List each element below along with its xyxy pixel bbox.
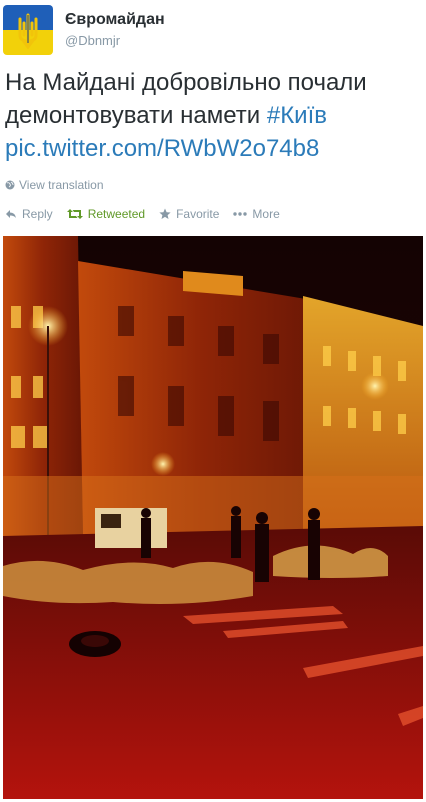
retweet-label: Retweeted xyxy=(87,207,146,221)
more-button[interactable]: More xyxy=(233,207,280,221)
tweet-photo[interactable] xyxy=(3,236,423,799)
reply-icon xyxy=(6,210,16,218)
reply-label: Reply xyxy=(22,207,53,221)
favorite-label: Favorite xyxy=(176,207,220,221)
night-street-photo xyxy=(3,236,423,799)
view-translation-label: View translation xyxy=(19,178,104,192)
globe-icon xyxy=(5,180,15,190)
more-dots-icon xyxy=(233,212,248,216)
tweet-text: На Майдані добровільно почали демонтовув… xyxy=(5,66,421,165)
retweet-icon xyxy=(66,209,83,219)
more-label: More xyxy=(252,207,280,221)
view-translation[interactable]: View translation xyxy=(5,178,104,192)
favorite-button[interactable]: Favorite xyxy=(159,207,219,221)
tweet-header: Євромайдан @Dbnmjr xyxy=(3,5,423,57)
user-handle[interactable]: @Dbnmjr xyxy=(65,33,165,49)
reply-button[interactable]: Reply xyxy=(5,207,53,221)
hashtag-link[interactable]: #Київ xyxy=(267,102,327,129)
star-icon xyxy=(159,208,171,219)
tweet-actions: Reply Retweeted Favorite More xyxy=(5,207,294,221)
display-name[interactable]: Євромайдан xyxy=(65,11,165,29)
avatar[interactable] xyxy=(3,5,53,55)
user-names: Євромайдан @Dbnmjr xyxy=(65,11,165,49)
ukraine-trident-flag-icon xyxy=(3,5,53,55)
retweet-button[interactable]: Retweeted xyxy=(66,207,146,221)
photo-link[interactable]: pic.twitter.com/RWbW2o74b8 xyxy=(5,135,319,162)
